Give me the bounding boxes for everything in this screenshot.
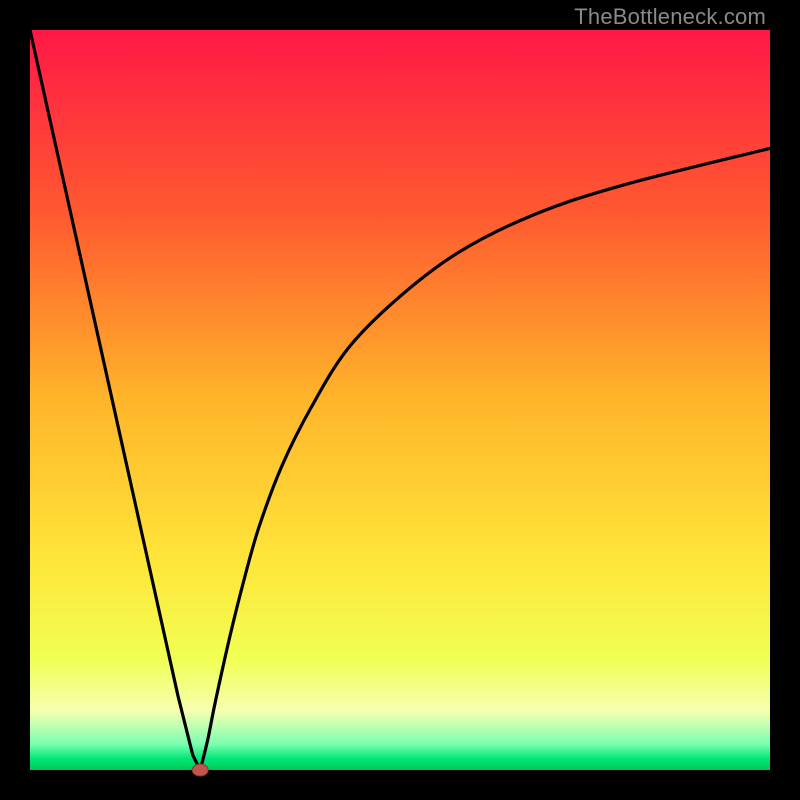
bottleneck-curve-left [30,30,200,770]
optimum-marker [192,764,208,776]
bottleneck-curve-right [200,148,770,770]
chart-curve-layer [30,30,770,770]
watermark-text: TheBottleneck.com [574,4,766,30]
chart-plot-area [30,30,770,770]
